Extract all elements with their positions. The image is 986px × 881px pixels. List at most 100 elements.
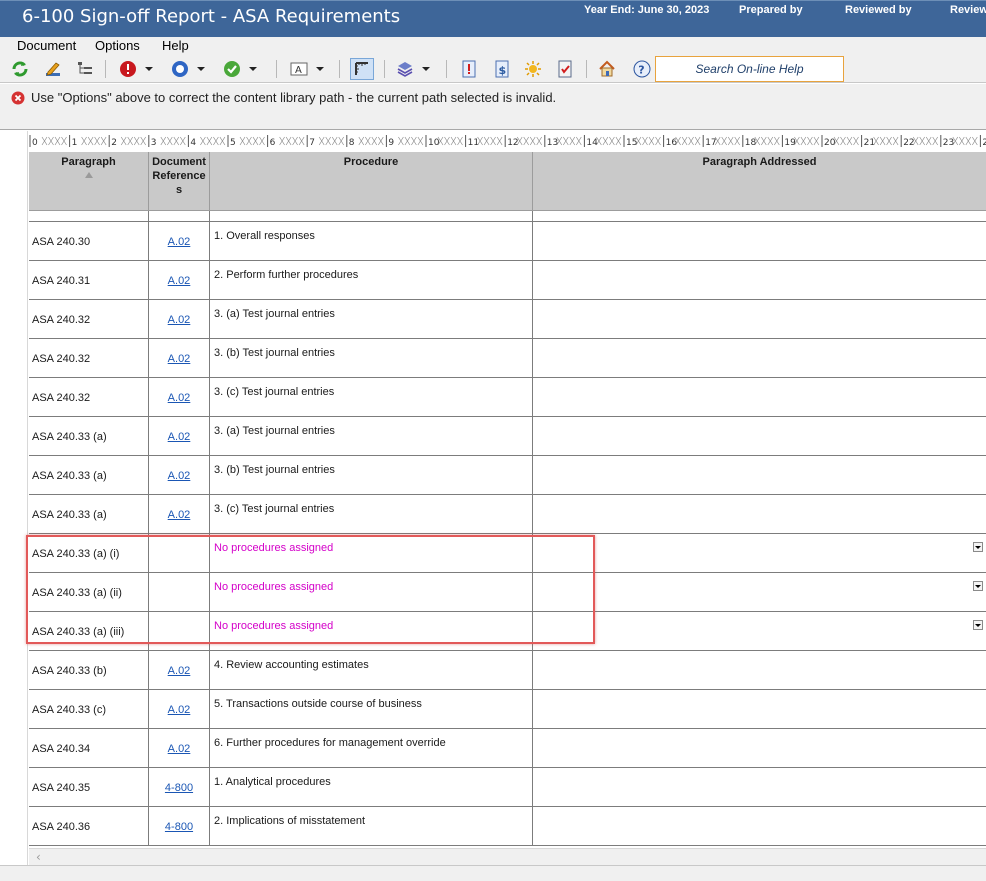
menu-options[interactable]: Options: [95, 38, 140, 53]
document-reference-link[interactable]: A.02: [149, 509, 209, 521]
document-reference-link[interactable]: 4-800: [149, 782, 209, 794]
table-row[interactable]: ASA 240.33 (a) (ii) No procedures assigne…: [29, 573, 986, 612]
home-icon[interactable]: [598, 58, 616, 80]
toolbar: A $ ? Search On-line Help: [0, 55, 986, 83]
dollar-doc-icon[interactable]: $: [493, 58, 511, 80]
table-row[interactable]: ASA 240.36 4-800 2. Implications of missta…: [29, 807, 986, 846]
procedure-text: 3. (c) Test journal entries: [214, 503, 335, 515]
circle-dropdown-caret[interactable]: [197, 67, 205, 71]
error-dropdown-caret[interactable]: [145, 67, 153, 71]
table-row[interactable]: ASA 240.32 A.02 3. (b) Test journal entrie…: [29, 339, 986, 378]
table-row[interactable]: ASA 240.33 (a) (i) No procedures assigned: [29, 534, 986, 573]
document-reference-cell: A.02: [149, 495, 210, 533]
edit-icon[interactable]: [44, 58, 62, 80]
sun-icon[interactable]: [524, 58, 542, 80]
chevron-down-icon[interactable]: [973, 542, 983, 552]
ruler-hatch: [576, 136, 582, 146]
table-row[interactable]: ASA 240.32 A.02 3. (c) Test journal entrie…: [29, 378, 986, 417]
document-reference-link[interactable]: A.02: [149, 275, 209, 287]
column-header-document-references[interactable]: Document Reference s: [149, 152, 210, 211]
refresh-icon[interactable]: [11, 58, 29, 80]
paragraph-text: ASA 240.32: [32, 392, 91, 404]
ruler-hatch: [655, 136, 661, 146]
ruler-hatch: [292, 136, 298, 146]
ruler-hatch: [569, 136, 576, 146]
tree-icon[interactable]: [76, 58, 94, 80]
year-end-label: Year End: June 30, 2023: [584, 4, 710, 16]
help-icon[interactable]: ?: [633, 58, 651, 80]
ruler[interactable]: 0123456789101112131415161718192021222324: [28, 133, 986, 149]
chevron-down-icon[interactable]: [973, 620, 983, 630]
document-reference-cell: A.02: [149, 417, 210, 455]
search-online-help-input[interactable]: Search On-line Help: [655, 56, 844, 82]
document-reference-link[interactable]: A.02: [149, 431, 209, 443]
paragraph-addressed-cell[interactable]: [533, 534, 986, 572]
prepared-by-label[interactable]: Prepared by: [739, 4, 803, 16]
table-row[interactable]: ASA 240.34 A.02 6. Further procedures for …: [29, 729, 986, 768]
menu-help[interactable]: Help: [162, 38, 189, 53]
check-icon[interactable]: [223, 58, 257, 80]
table-row[interactable]: ASA 240.33 (b) A.02 4. Review accounting e…: [29, 651, 986, 690]
procedure-cell: 4. Review accounting estimates: [210, 651, 533, 689]
ruler-hatch: [239, 136, 246, 146]
ruler-number: 14: [586, 138, 598, 148]
ruler-hatch: [648, 136, 655, 146]
paragraph-addressed-cell[interactable]: [533, 612, 986, 650]
checklist-doc-icon[interactable]: [556, 58, 574, 80]
column-header-paragraph-addressed[interactable]: Paragraph Addressed: [533, 152, 986, 211]
document-reference-link[interactable]: 4-800: [149, 821, 209, 833]
procedure-cell: 3. (c) Test journal entries: [210, 378, 533, 416]
ruler-hatch: [259, 136, 265, 146]
scroll-left-icon[interactable]: ‹: [36, 850, 41, 864]
paragraph-addressed-cell[interactable]: [533, 573, 986, 611]
table-row[interactable]: ASA 240.33 (a) A.02 3. (c) Test journal en…: [29, 495, 986, 534]
ruler-number: 19: [784, 138, 796, 148]
review-label[interactable]: Review: [950, 4, 986, 16]
procedure-text: 3. (a) Test journal entries: [214, 425, 335, 437]
paragraph-addressed-cell: [533, 222, 986, 260]
horizontal-scrollbar[interactable]: ‹: [29, 848, 986, 865]
document-reference-link[interactable]: A.02: [149, 392, 209, 404]
document-reference-cell: A.02: [149, 690, 210, 728]
chevron-down-icon[interactable]: [973, 581, 983, 591]
check-dropdown-caret[interactable]: [249, 67, 257, 71]
circle-icon[interactable]: [171, 58, 205, 80]
ruler-hatch: [840, 136, 846, 146]
table-row[interactable]: ASA 240.35 4-800 1. Analytical procedures: [29, 768, 986, 807]
ruler-hatch: [615, 136, 622, 146]
layers-icon[interactable]: [396, 58, 430, 80]
ruler-hatch: [642, 136, 648, 146]
text-format-dropdown-caret[interactable]: [316, 67, 324, 71]
column-header-procedure[interactable]: Procedure: [210, 152, 533, 211]
document-reference-link[interactable]: A.02: [149, 704, 209, 716]
svg-text:?: ?: [638, 64, 644, 77]
document-reference-link[interactable]: A.02: [149, 314, 209, 326]
ruler-hatch: [800, 136, 807, 146]
paragraph-cell: ASA 240.35: [29, 768, 149, 806]
reviewed-by-label[interactable]: Reviewed by: [845, 4, 912, 16]
document-reference-link[interactable]: A.02: [149, 665, 209, 677]
table-row[interactable]: ASA 240.31 A.02 2. Perform further procedu…: [29, 261, 986, 300]
column-header-paragraph[interactable]: Paragraph: [29, 152, 149, 211]
table-row[interactable]: ASA 240.33 (a) A.02 3. (a) Test journal en…: [29, 417, 986, 456]
text-format-icon[interactable]: A: [290, 58, 324, 80]
layers-dropdown-caret[interactable]: [422, 67, 430, 71]
document-reference-link[interactable]: A.02: [149, 743, 209, 755]
ruler-icon[interactable]: [350, 58, 374, 80]
document-reference-cell: 4-800: [149, 768, 210, 806]
document-reference-link[interactable]: A.02: [149, 353, 209, 365]
table-row[interactable]: ASA 240.33 (a) A.02 3. (b) Test journal en…: [29, 456, 986, 495]
document-reference-link[interactable]: A.02: [149, 470, 209, 482]
ruler-hatch: [688, 136, 694, 146]
table-row[interactable]: ASA 240.33 (c) A.02 5. Transactions outsid…: [29, 690, 986, 729]
ruler-hatch: [404, 136, 411, 146]
toolbar-separator: [384, 60, 385, 78]
table-row[interactable]: ASA 240.30 A.02 1. Overall responses: [29, 222, 986, 261]
alert-doc-icon[interactable]: [460, 58, 478, 80]
ruler-hatch: [767, 136, 774, 146]
menu-document[interactable]: Document: [17, 38, 76, 53]
document-reference-link[interactable]: A.02: [149, 236, 209, 248]
table-row[interactable]: ASA 240.32 A.02 3. (a) Test journal entrie…: [29, 300, 986, 339]
table-row[interactable]: ASA 240.33 (a) (iii) No procedures assign…: [29, 612, 986, 651]
error-icon[interactable]: [119, 58, 153, 80]
